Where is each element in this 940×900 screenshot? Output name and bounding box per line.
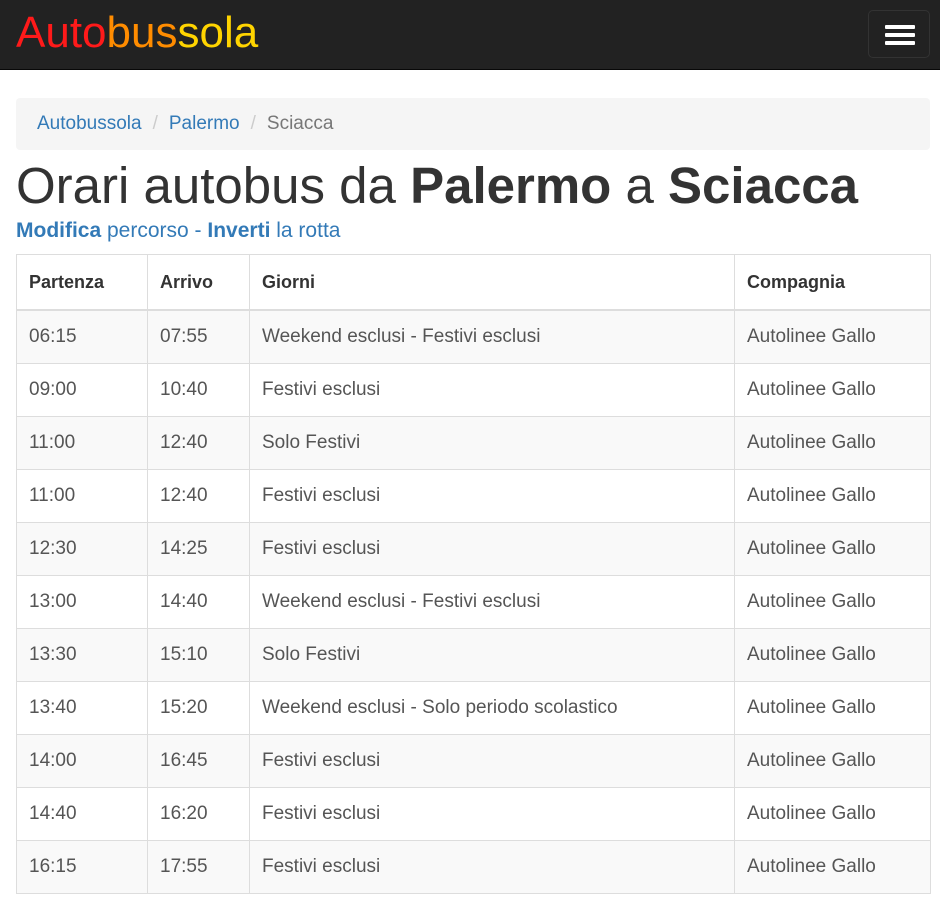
- modify-route-link[interactable]: Modifica percorso: [16, 219, 189, 242]
- brand-part-auto: Auto: [16, 8, 107, 57]
- menu-bar: [885, 25, 915, 29]
- cell-departure-time: 11:00: [16, 469, 148, 523]
- column-header-arrival: Arrivo: [147, 254, 250, 311]
- route-actions: Modifica percorso - Inverti la rotta: [16, 216, 340, 246]
- cell-arrival-time: 15:10: [147, 628, 250, 682]
- page-title-to: Sciacca: [668, 157, 859, 214]
- cell-days: Weekend esclusi - Solo periodo scolastic…: [249, 681, 735, 735]
- cell-days: Festivi esclusi: [249, 734, 735, 788]
- cell-departure-time: 14:00: [16, 734, 148, 788]
- timetable: Partenza Arrivo Giorni Compagnia 06:15 07…: [16, 254, 931, 894]
- cell-arrival-time: 17:55: [147, 840, 250, 894]
- breadcrumb-separator: /: [152, 113, 158, 134]
- cell-days: Festivi esclusi: [249, 469, 735, 523]
- cell-days: Festivi esclusi: [249, 363, 735, 417]
- table-row: 14:00 16:45 Festivi esclusi Autolinee Gallo: [16, 734, 931, 788]
- invert-route-rest: la rotta: [270, 219, 341, 242]
- breadcrumb-current: Sciacca: [266, 113, 334, 134]
- page-title-middle: a: [611, 157, 669, 214]
- table-header-row: Partenza Arrivo Giorni Compagnia: [16, 254, 931, 311]
- table-row: 12:30 14:25 Festivi esclusi Autolinee Gallo: [16, 522, 931, 576]
- cell-company: Autolinee Gallo: [734, 416, 931, 470]
- column-header-days: Giorni: [249, 254, 735, 311]
- navbar: Autobussola: [0, 0, 940, 70]
- cell-days: Weekend esclusi - Festivi esclusi: [249, 309, 735, 364]
- cell-company: Autolinee Gallo: [734, 575, 931, 629]
- timetable-body: 06:15 07:55 Weekend esclusi - Festivi escl…: [16, 309, 931, 894]
- cell-days: Festivi esclusi: [249, 522, 735, 576]
- cell-days: Festivi esclusi: [249, 840, 735, 894]
- table-row: 06:15 07:55 Weekend esclusi - Festivi escl…: [16, 309, 931, 364]
- cell-departure-time: 12:30: [16, 522, 148, 576]
- cell-departure-time: 16:15: [16, 840, 148, 894]
- brand-part-sola: sola: [177, 8, 259, 57]
- table-row: 14:40 16:20 Festivi esclusi Autolinee Gallo: [16, 787, 931, 841]
- cell-company: Autolinee Gallo: [734, 363, 931, 417]
- cell-days: Solo Festivi: [249, 416, 735, 470]
- cell-departure-time: 13:40: [16, 681, 148, 735]
- table-row: 13:00 14:40 Weekend esclusi - Festivi escl…: [16, 575, 931, 629]
- cell-departure-time: 11:00: [16, 416, 148, 470]
- cell-company: Autolinee Gallo: [734, 787, 931, 841]
- cell-days: Solo Festivi: [249, 628, 735, 682]
- table-row: 11:00 12:40 Festivi esclusi Autolinee Gallo: [16, 469, 931, 523]
- cell-arrival-time: 14:40: [147, 575, 250, 629]
- modify-route-bold: Modifica: [16, 219, 102, 242]
- cell-company: Autolinee Gallo: [734, 840, 931, 894]
- page-title-prefix: Orari autobus da: [16, 157, 411, 214]
- cell-departure-time: 06:15: [16, 309, 148, 364]
- invert-route-bold: Inverti: [207, 219, 271, 242]
- brand-logo[interactable]: Autobussola: [16, 6, 258, 60]
- cell-arrival-time: 14:25: [147, 522, 250, 576]
- cell-arrival-time: 16:20: [147, 787, 250, 841]
- cell-company: Autolinee Gallo: [734, 734, 931, 788]
- brand-part-bus: bus: [106, 8, 178, 57]
- menu-bar: [885, 33, 915, 37]
- cell-departure-time: 09:00: [16, 363, 148, 417]
- page-title: Orari autobus da Palermo a Sciacca: [16, 155, 858, 217]
- menu-bar: [885, 41, 915, 45]
- cell-departure-time: 14:40: [16, 787, 148, 841]
- table-row: 09:00 10:40 Festivi esclusi Autolinee Gallo: [16, 363, 931, 417]
- table-row: 11:00 12:40 Solo Festivi Autolinee Gallo: [16, 416, 931, 470]
- cell-company: Autolinee Gallo: [734, 628, 931, 682]
- cell-arrival-time: 07:55: [147, 309, 250, 364]
- cell-company: Autolinee Gallo: [734, 469, 931, 523]
- timetable-container: Partenza Arrivo Giorni Compagnia 06:15 07…: [16, 254, 931, 894]
- breadcrumb: Autobussola / Palermo / Sciacca: [16, 98, 930, 150]
- cell-arrival-time: 10:40: [147, 363, 250, 417]
- cell-departure-time: 13:30: [16, 628, 148, 682]
- invert-route-link[interactable]: Inverti la rotta: [207, 219, 340, 242]
- column-header-departure: Partenza: [16, 254, 148, 311]
- table-row: 16:15 17:55 Festivi esclusi Autolinee Gallo: [16, 840, 931, 894]
- cell-arrival-time: 15:20: [147, 681, 250, 735]
- breadcrumb-link-palermo[interactable]: Palermo: [169, 113, 240, 134]
- cell-days: Weekend esclusi - Festivi esclusi: [249, 575, 735, 629]
- cell-days: Festivi esclusi: [249, 787, 735, 841]
- cell-arrival-time: 12:40: [147, 416, 250, 470]
- table-row: 13:40 15:20 Weekend esclusi - Solo periodo…: [16, 681, 931, 735]
- route-actions-separator: -: [188, 219, 208, 242]
- cell-company: Autolinee Gallo: [734, 309, 931, 364]
- page-title-from: Palermo: [410, 157, 612, 214]
- cell-departure-time: 13:00: [16, 575, 148, 629]
- cell-company: Autolinee Gallo: [734, 522, 931, 576]
- cell-arrival-time: 12:40: [147, 469, 250, 523]
- modify-route-rest: percorso: [101, 219, 189, 242]
- breadcrumb-separator: /: [250, 113, 256, 134]
- breadcrumb-link-home[interactable]: Autobussola: [37, 113, 142, 134]
- cell-company: Autolinee Gallo: [734, 681, 931, 735]
- hamburger-menu-icon[interactable]: [868, 10, 930, 58]
- column-header-company: Compagnia: [734, 254, 931, 311]
- table-row: 13:30 15:10 Solo Festivi Autolinee Gallo: [16, 628, 931, 682]
- cell-arrival-time: 16:45: [147, 734, 250, 788]
